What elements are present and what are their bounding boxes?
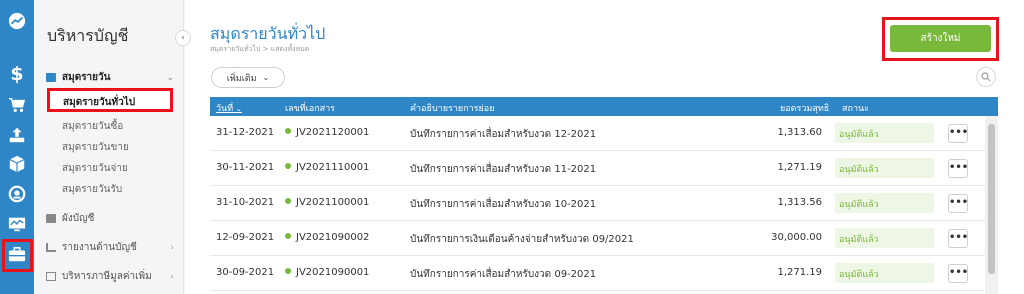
- row-description: บันทึกรายการค่าเสื่อมสำหรับงวด 10-2021: [410, 199, 597, 210]
- row-doc-no[interactable]: JV2021090001: [285, 267, 369, 278]
- column-header-doc-no: เลขที่เอกสาร: [285, 104, 335, 114]
- sidebar-item-general-journal[interactable]: สมุดรายวันทั่วไป: [47, 88, 173, 112]
- sidebar-item-sales-journal[interactable]: สมุดรายวันขาย: [62, 140, 129, 155]
- row-description: บันทึกรายการเงินเดือนค้างจ่ายสำหรับงวด 0…: [410, 234, 634, 245]
- sidebar-group-chart-of-accounts[interactable]: ผังบัญชี: [46, 211, 174, 226]
- row-menu-button[interactable]: •••: [948, 159, 968, 178]
- row-total: 1,313.60: [777, 127, 822, 138]
- chevron-right-icon: ›: [170, 271, 174, 282]
- app-window: $ บริหารบัญชี สมุดรายวัน ⌄ สมุดรายวันทั่…: [0, 0, 1024, 294]
- journal-icon: [46, 73, 56, 82]
- chevron-right-icon: ›: [170, 242, 174, 253]
- monitor-chart-icon[interactable]: [5, 212, 29, 236]
- document-icon: [46, 272, 56, 281]
- upload-icon[interactable]: [5, 123, 29, 147]
- scrollbar-thumb[interactable]: [988, 124, 995, 274]
- active-rail-highlight: [2, 239, 33, 272]
- table-row[interactable]: 30-09-2021 JV2021090001 บันทึกรายการค่าเ…: [210, 256, 998, 291]
- sort-down-icon: ⌄: [236, 105, 242, 113]
- status-badge: อนุมัติแล้ว: [835, 158, 934, 178]
- table-row[interactable]: 30-11-2021 JV2021110001 บันทึกรายการค่าเ…: [210, 151, 998, 186]
- more-options-button[interactable]: เพิ่มเติม ⌄: [211, 67, 285, 88]
- cart-icon[interactable]: [5, 93, 29, 117]
- row-date: 30-09-2021: [216, 267, 275, 278]
- sidebar-group-journal[interactable]: สมุดรายวัน ⌄: [46, 70, 174, 85]
- status-badge: อนุมัติแล้ว: [835, 193, 934, 213]
- status-dot: [285, 128, 291, 134]
- more-options-label: เพิ่มเติม: [226, 73, 257, 84]
- row-menu-button[interactable]: •••: [948, 229, 968, 248]
- dollar-icon[interactable]: $: [5, 62, 29, 86]
- sidebar-group-label: สมุดรายวัน: [62, 72, 111, 83]
- row-description: บันทึกรายการค่าเสื่อมสำหรับงวด 11-2021: [410, 164, 597, 175]
- sidebar-item-purchase-journal[interactable]: สมุดรายวันซื้อ: [62, 119, 123, 134]
- column-header-date[interactable]: วันที่ ⌄: [216, 101, 242, 115]
- status-dot: [285, 198, 291, 204]
- status-badge: อนุมัติแล้ว: [835, 228, 934, 248]
- row-date: 30-11-2021: [216, 162, 275, 173]
- sidebar-group-accounting-reports[interactable]: รายงานด้านบัญชี ›: [46, 240, 174, 255]
- gauge-icon[interactable]: [5, 182, 29, 206]
- create-button-highlight: สร้างใหม่: [882, 17, 999, 61]
- row-total: 1,313.56: [777, 197, 822, 208]
- sidebar: บริหารบัญชี สมุดรายวัน ⌄ สมุดรายวันทั่วไ…: [34, 0, 184, 294]
- table-scrollbar[interactable]: [985, 116, 998, 294]
- table-row[interactable]: 12-09-2021 JV2021090002 บันทึกรายการเงิน…: [210, 221, 998, 256]
- status-badge: อนุมัติแล้ว: [835, 123, 934, 143]
- row-menu-button[interactable]: •••: [948, 194, 968, 213]
- row-total: 1,271.19: [777, 267, 822, 278]
- sidebar-group-label: รายงานด้านบัญชี: [62, 242, 137, 253]
- row-doc-no[interactable]: JV2021090002: [285, 232, 369, 243]
- main-content: สมุดรายวันทั่วไป สมุดรายวันทั่วไป > แสดง…: [185, 0, 1024, 294]
- column-header-status: สถานะ: [842, 104, 869, 114]
- breadcrumb[interactable]: สมุดรายวันทั่วไป > แสดงทั้งหมด: [210, 44, 309, 55]
- row-menu-button[interactable]: •••: [948, 124, 968, 143]
- row-description: บันทึกรายการค่าเสื่อมสำหรับงวด 09-2021: [410, 269, 597, 280]
- sidebar-item-receipt-journal[interactable]: สมุดรายวันรับ: [62, 182, 122, 197]
- sidebar-group-vat[interactable]: บริหารภาษีมูลค่าเพิ่ม ›: [46, 269, 174, 284]
- create-new-button[interactable]: สร้างใหม่: [890, 25, 991, 52]
- row-doc-no[interactable]: JV2021120001: [285, 127, 369, 138]
- sidebar-item-payment-journal[interactable]: สมุดรายวันจ่าย: [62, 161, 128, 176]
- row-total: 1,271.19: [777, 162, 822, 173]
- row-total: 30,000.00: [771, 232, 822, 243]
- status-dot: [285, 233, 291, 239]
- collapse-sidebar-button[interactable]: ‹: [175, 30, 191, 46]
- sidebar-group-label: ผังบัญชี: [62, 213, 95, 224]
- row-doc-no[interactable]: JV2021100001: [285, 197, 369, 208]
- row-date: 31-10-2021: [216, 197, 275, 208]
- search-button[interactable]: [976, 67, 996, 87]
- table-header: วันที่ ⌄ เลขที่เอกสาร คำอธิบายรายการย่อย…: [210, 97, 998, 116]
- table-row[interactable]: 31-12-2021 JV2021120001 บันทึกรายการค่าเ…: [210, 116, 998, 151]
- report-icon: [46, 243, 56, 252]
- sidebar-group-label: บริหารภาษีมูลค่าเพิ่ม: [62, 271, 152, 282]
- sidebar-title: บริหารบัญชี: [47, 26, 129, 45]
- journal-table: วันที่ ⌄ เลขที่เอกสาร คำอธิบายรายการย่อย…: [210, 97, 998, 294]
- box-icon[interactable]: [5, 152, 29, 176]
- status-dot: [285, 268, 291, 274]
- column-header-total: ยอดรวมสุทธิ: [780, 104, 830, 114]
- icon-rail: $: [0, 0, 34, 294]
- chevron-down-icon: ⌄: [262, 73, 270, 82]
- row-doc-no[interactable]: JV2021110001: [285, 162, 369, 173]
- chevron-down-icon: ⌄: [166, 72, 174, 83]
- row-date: 12-09-2021: [216, 232, 275, 243]
- row-date: 31-12-2021: [216, 127, 275, 138]
- row-menu-button[interactable]: •••: [948, 264, 968, 283]
- search-icon: [981, 72, 991, 82]
- row-description: บันทึกรายการค่าเสื่อมสำหรับงวด 12-2021: [410, 129, 597, 140]
- folder-icon: [46, 214, 56, 223]
- column-header-description: คำอธิบายรายการย่อย: [410, 104, 495, 114]
- table-row[interactable]: 31-10-2021 JV2021100001 บันทึกรายการค่าเ…: [210, 186, 998, 221]
- status-dot: [285, 163, 291, 169]
- dashboard-icon[interactable]: [5, 9, 29, 33]
- status-badge: อนุมัติแล้ว: [835, 263, 934, 283]
